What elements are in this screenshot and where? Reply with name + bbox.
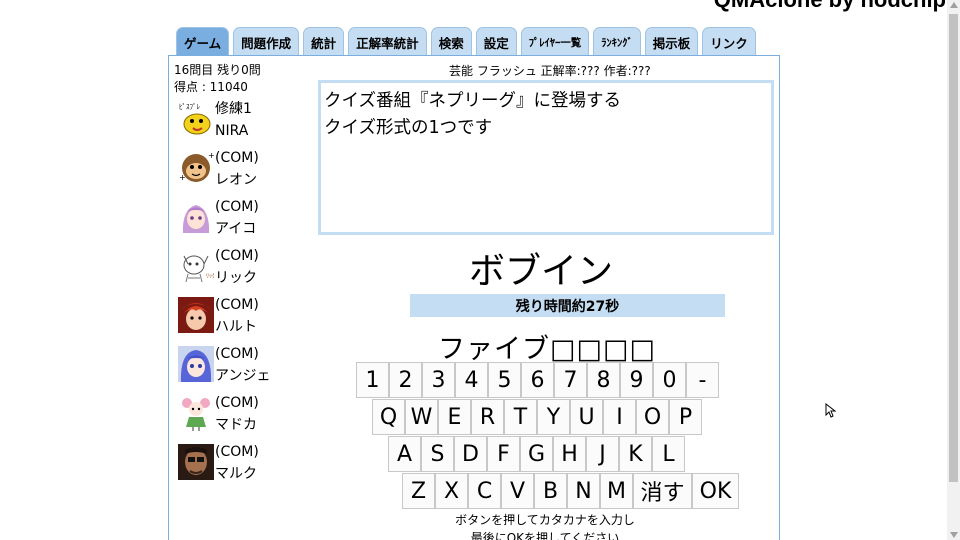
game-status: 16問目 残り0問 得点 : 11040 [174,62,261,96]
svg-text:ﾋﾟｽﾌﾟﾚ: ﾋﾟｽﾌﾟﾚ [179,103,200,111]
input-instructions: ボタンを押してカタカナを入力し 最後にOKを押してください [455,513,635,540]
key-8[interactable]: 8 [587,362,620,398]
player-name: (COM) レオン [215,150,259,188]
tab-player-list[interactable]: ﾌﾟﾚｲﾔｰ一覧 [520,27,590,56]
red-hair-boy-avatar [178,297,214,333]
score: 得点 : 11040 [174,80,248,94]
tab-bar: ゲーム 問題作成 統計 正解率統計 検索 設定 ﾌﾟﾚｲﾔｰ一覧 ﾗﾝｷﾝｸﾞ … [176,27,756,56]
player-name: (COM) マルク [215,444,259,482]
key-l[interactable]: L [652,436,685,472]
cat-sketch-avatar: ﾘｯｸ [178,248,214,284]
delete-button[interactable]: 消す [633,473,692,509]
time-remaining-bar: 残り時間約27秒 [410,294,725,317]
question-meta: 芸能 フラッシュ 正解率:??? 作者:??? [449,64,651,78]
scrollbar-thumb[interactable] [949,14,958,482]
tab-game[interactable]: ゲーム [176,27,230,56]
tab-links[interactable]: リンク [702,27,756,56]
scroll-up-icon[interactable] [950,2,958,8]
key-u[interactable]: U [570,399,603,435]
keyboard-row-zxcv: Z X C V B N M 消す OK [402,473,739,509]
key-a[interactable]: A [388,436,421,472]
keyboard-row-numbers: 1 2 3 4 5 6 7 8 9 0 - [356,362,719,398]
player-name: (COM) マドカ [215,395,259,433]
site-title: QMAclone by nodchip [714,0,946,13]
key-o[interactable]: O [636,399,669,435]
keyboard-row-asdf: A S D F G H J K L [388,436,685,472]
blue-hair-girl-avatar [178,346,214,382]
tab-settings[interactable]: 設定 [475,27,517,56]
key-v[interactable]: V [501,473,534,509]
yellow-bird-avatar: ﾋﾟｽﾌﾟﾚ [178,101,214,137]
question-progress: 16問目 残り0問 [174,63,261,77]
key-e[interactable]: E [438,399,471,435]
key-7[interactable]: 7 [554,362,587,398]
svg-text:+: + [179,173,186,182]
key-q[interactable]: Q [372,399,405,435]
key-m[interactable]: M [600,473,633,509]
purple-hair-girl-avatar [178,199,214,235]
key-4[interactable]: 4 [455,362,488,398]
svg-text:ﾘｯｸ: ﾘｯｸ [206,273,214,280]
key-1[interactable]: 1 [356,362,389,398]
question-line: クイズ番組『ネプリーグ』に登場する [324,91,621,111]
question-box: クイズ番組『ネプリーグ』に登場する クイズ形式の1つです [318,80,774,235]
key-r[interactable]: R [471,399,504,435]
key-w[interactable]: W [405,399,438,435]
key-j[interactable]: J [586,436,619,472]
green-dress-girl-avatar [178,395,214,431]
tab-create-question[interactable]: 問題作成 [233,27,300,56]
key-3[interactable]: 3 [422,362,455,398]
monkey-avatar: + + [178,150,214,186]
key-d[interactable]: D [454,436,487,472]
key-i[interactable]: I [603,399,636,435]
ok-button[interactable]: OK [692,473,739,509]
key-0[interactable]: 0 [653,362,686,398]
keyboard-row-qwerty: Q W E R T Y U I O P [372,399,702,435]
key-hyphen[interactable]: - [686,362,719,398]
key-6[interactable]: 6 [521,362,554,398]
player-name: (COM) ハルト [215,297,259,335]
tab-search[interactable]: 検索 [430,27,472,56]
key-y[interactable]: Y [537,399,570,435]
key-z[interactable]: Z [402,473,435,509]
game-panel: 16問目 残り0問 得点 : 11040 ﾋﾟｽﾌﾟﾚ 修練1 NIRA + +… [168,55,780,540]
tab-bulletin-board[interactable]: 掲示板 [644,27,699,56]
player-name: (COM) アンジェ [215,346,271,384]
key-x[interactable]: X [435,473,468,509]
time-remaining-text: 残り時間約27秒 [515,298,620,315]
key-b[interactable]: B [534,473,567,509]
key-k[interactable]: K [619,436,652,472]
tab-statistics[interactable]: 統計 [303,27,345,56]
key-f[interactable]: F [487,436,520,472]
player-name: (COM) リック [215,248,259,286]
vertical-scrollbar[interactable] [947,0,960,540]
key-c[interactable]: C [468,473,501,509]
key-h[interactable]: H [553,436,586,472]
scroll-down-icon[interactable] [950,532,958,538]
correct-answer: ボブイン [469,251,614,292]
tab-ranking[interactable]: ﾗﾝｷﾝｸﾞ [593,27,641,56]
tab-accuracy-statistics[interactable]: 正解率統計 [348,27,427,56]
key-n[interactable]: N [567,473,600,509]
answer-input-display: ファイブ□□□□ [438,334,657,365]
player-name: 修練1 NIRA [215,101,252,139]
key-5[interactable]: 5 [488,362,521,398]
svg-text:+: + [208,151,214,160]
dark-photo-avatar [178,444,214,480]
key-9[interactable]: 9 [620,362,653,398]
key-s[interactable]: S [421,436,454,472]
key-g[interactable]: G [520,436,553,472]
key-p[interactable]: P [669,399,702,435]
page: QMAclone by nodchip ゲーム 問題作成 統計 正解率統計 検索… [0,0,960,540]
question-line: クイズ形式の1つです [324,118,493,138]
key-2[interactable]: 2 [389,362,422,398]
player-name: (COM) アイコ [215,199,259,237]
mouse-cursor-icon [825,402,837,423]
key-t[interactable]: T [504,399,537,435]
